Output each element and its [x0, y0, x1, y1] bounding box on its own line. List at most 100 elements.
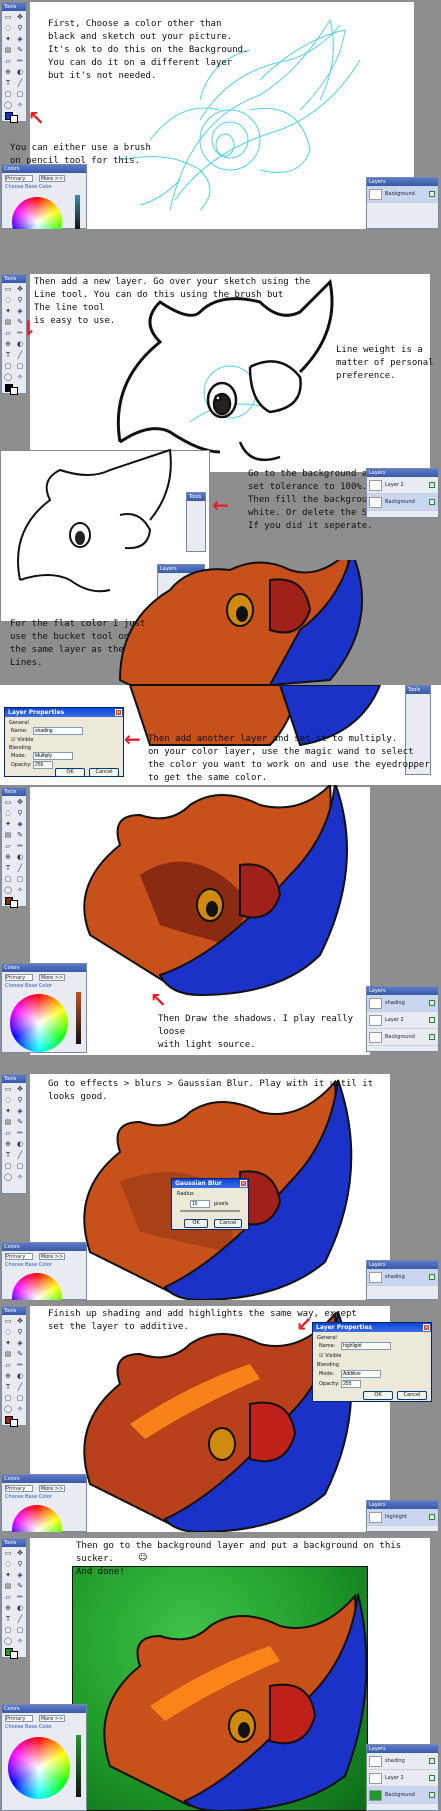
zoom-tool-icon[interactable]: ⚲	[14, 808, 26, 818]
rounded-rect-tool-icon[interactable]: ▢	[14, 874, 26, 884]
bucket-tool-icon[interactable]: ◈	[14, 34, 26, 44]
freeform-tool-icon[interactable]: ✧	[14, 372, 26, 382]
move-tool-icon[interactable]: ✥	[14, 12, 26, 22]
select-tool-icon[interactable]: ▭	[2, 1548, 14, 1558]
more-button[interactable]: More >>	[39, 1485, 65, 1492]
layer-name-input[interactable]	[33, 727, 83, 735]
rounded-rect-tool-icon[interactable]: ▢	[14, 1625, 26, 1635]
line-tool-icon[interactable]: ╱	[14, 1614, 26, 1624]
close-icon[interactable]: ✕	[115, 709, 122, 716]
rectangle-tool-icon[interactable]: ▢	[2, 361, 14, 371]
rounded-rect-tool-icon[interactable]: ▢	[14, 1161, 26, 1171]
zoom-tool-icon[interactable]: ⚲	[14, 1327, 26, 1337]
zoom-tool-icon[interactable]: ⚲	[14, 23, 26, 33]
visible-checkbox[interactable]: ☑ Visible	[319, 1353, 341, 1359]
cancel-button[interactable]: Cancel	[89, 768, 119, 777]
freeform-tool-icon[interactable]: ✧	[14, 1404, 26, 1414]
recolor-tool-icon[interactable]: ◐	[14, 339, 26, 349]
line-tool-icon[interactable]: ╱	[14, 1382, 26, 1392]
secondary-color-swatch[interactable]	[10, 115, 18, 123]
layer-row-background[interactable]: Background	[367, 186, 438, 203]
magic-wand-icon[interactable]: ✦	[2, 306, 14, 316]
layer-row-highlight[interactable]: highlight	[367, 1509, 438, 1526]
radius-input[interactable]	[190, 1200, 210, 1208]
gradient-tool-icon[interactable]: ▤	[2, 830, 14, 840]
bucket-tool-icon[interactable]: ◈	[14, 1106, 26, 1116]
bucket-tool-icon[interactable]: ◈	[14, 1338, 26, 1348]
magic-wand-icon[interactable]: ✦	[2, 1338, 14, 1348]
select-tool-icon[interactable]: ▭	[2, 1084, 14, 1094]
ok-button[interactable]: OK	[363, 1391, 393, 1400]
zoom-tool-icon[interactable]: ⚲	[14, 1559, 26, 1569]
color-wheel[interactable]	[12, 197, 62, 229]
ok-button[interactable]: OK	[184, 1219, 208, 1228]
clone-tool-icon[interactable]: ⊕	[2, 339, 14, 349]
primary-select[interactable]: Primary	[5, 175, 33, 182]
layer-row-shading[interactable]: shading	[367, 995, 438, 1012]
brush-tool-icon[interactable]: ✎	[14, 1349, 26, 1359]
value-slider[interactable]	[75, 195, 80, 229]
pencil-tool-icon[interactable]: ✏	[14, 1128, 26, 1138]
primary-select[interactable]: Primary	[5, 1715, 33, 1722]
freeform-tool-icon[interactable]: ✧	[14, 885, 26, 895]
value-slider[interactable]	[76, 1735, 81, 1797]
magic-wand-icon[interactable]: ✦	[2, 1570, 14, 1580]
select-tool-icon[interactable]: ▭	[2, 284, 14, 294]
magic-wand-icon[interactable]: ✦	[2, 34, 14, 44]
ellipse-tool-icon[interactable]: ◯	[2, 885, 14, 895]
close-icon[interactable]: ✕	[423, 1324, 430, 1331]
lasso-tool-icon[interactable]: ◌	[2, 1327, 14, 1337]
lasso-tool-icon[interactable]: ◌	[2, 808, 14, 818]
zoom-tool-icon[interactable]: ⚲	[14, 295, 26, 305]
layer-row-background[interactable]: Background	[367, 1787, 438, 1804]
brush-tool-icon[interactable]: ✎	[14, 317, 26, 327]
pencil-tool-icon[interactable]: ✏	[14, 1360, 26, 1370]
rectangle-tool-icon[interactable]: ▢	[2, 1625, 14, 1635]
layer-row-layer2[interactable]: Layer 2	[367, 477, 438, 494]
rounded-rect-tool-icon[interactable]: ▢	[14, 361, 26, 371]
eraser-tool-icon[interactable]: ▱	[2, 1360, 14, 1370]
secondary-color-swatch[interactable]	[10, 387, 18, 395]
ellipse-tool-icon[interactable]: ◯	[2, 100, 14, 110]
secondary-color-swatch[interactable]	[10, 1651, 18, 1659]
eraser-tool-icon[interactable]: ▱	[2, 841, 14, 851]
bucket-tool-icon[interactable]: ◈	[14, 1570, 26, 1580]
rectangle-tool-icon[interactable]: ▢	[2, 874, 14, 884]
gradient-tool-icon[interactable]: ▤	[2, 45, 14, 55]
more-button[interactable]: More >>	[39, 974, 65, 981]
primary-select[interactable]: Primary	[5, 1485, 33, 1492]
clone-tool-icon[interactable]: ⊕	[2, 1603, 14, 1613]
layer-visible-checkbox[interactable]	[429, 1274, 435, 1280]
blend-mode-select[interactable]	[341, 1370, 381, 1378]
layer-row-shading[interactable]: shading	[367, 1753, 438, 1770]
select-tool-icon[interactable]: ▭	[2, 1316, 14, 1326]
primary-select[interactable]: Primary	[5, 974, 33, 981]
rectangle-tool-icon[interactable]: ▢	[2, 1161, 14, 1171]
opacity-input[interactable]	[341, 1380, 361, 1388]
layer-row-shading[interactable]: shading	[367, 1269, 438, 1286]
move-tool-icon[interactable]: ✥	[14, 1316, 26, 1326]
layer-row-layer2[interactable]: Layer 2	[367, 1012, 438, 1029]
more-button[interactable]: More >>	[39, 175, 65, 182]
recolor-tool-icon[interactable]: ◐	[14, 1371, 26, 1381]
color-wheel[interactable]	[12, 1505, 62, 1532]
move-tool-icon[interactable]: ✥	[14, 797, 26, 807]
rectangle-tool-icon[interactable]: ▢	[2, 89, 14, 99]
color-wheel[interactable]	[10, 994, 68, 1052]
ellipse-tool-icon[interactable]: ◯	[2, 372, 14, 382]
layer-visible-checkbox[interactable]	[429, 1792, 435, 1798]
secondary-color-swatch[interactable]	[10, 1419, 18, 1427]
eraser-tool-icon[interactable]: ▱	[2, 1128, 14, 1138]
line-tool-icon[interactable]: ╱	[14, 78, 26, 88]
layer-visible-checkbox[interactable]	[429, 1017, 435, 1023]
lasso-tool-icon[interactable]: ◌	[2, 1559, 14, 1569]
close-icon[interactable]: ✕	[240, 1180, 247, 1187]
visible-checkbox[interactable]: ☑ Visible	[11, 737, 33, 743]
text-tool-icon[interactable]: T	[2, 1382, 14, 1392]
ellipse-tool-icon[interactable]: ◯	[2, 1636, 14, 1646]
layer-visible-checkbox[interactable]	[429, 1514, 435, 1520]
clone-tool-icon[interactable]: ⊕	[2, 852, 14, 862]
more-button[interactable]: More >>	[39, 1715, 65, 1722]
brush-tool-icon[interactable]: ✎	[14, 1581, 26, 1591]
text-tool-icon[interactable]: T	[2, 78, 14, 88]
